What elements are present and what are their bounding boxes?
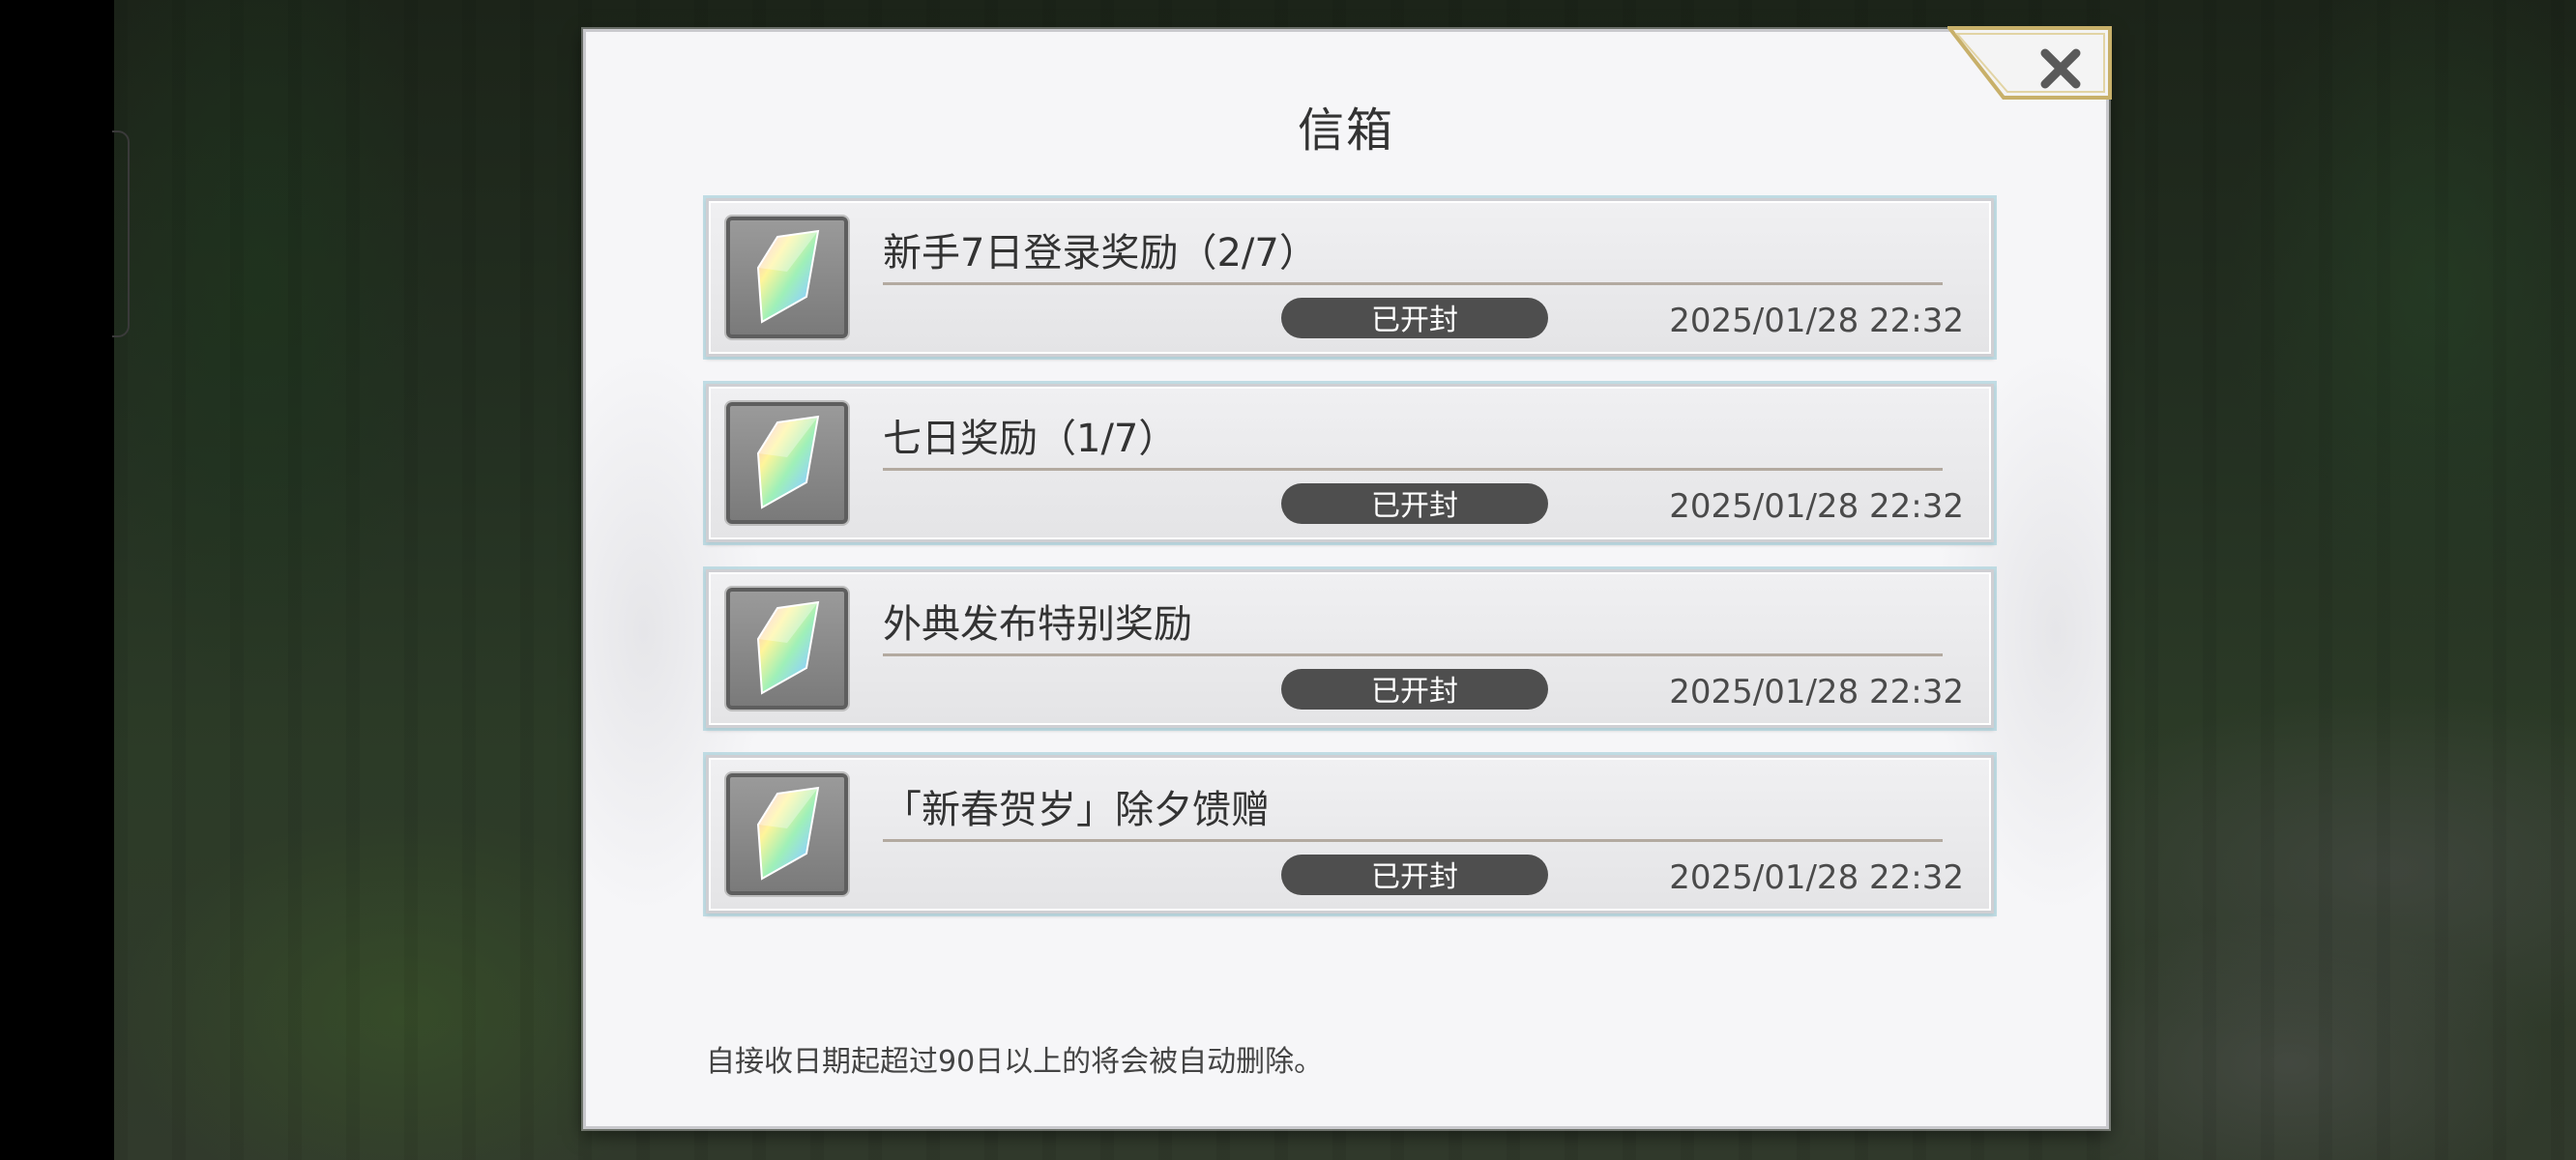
mail-date: 2025/01/28 22:32	[1669, 302, 1964, 340]
mail-title: 外典发布特别奖励	[883, 601, 1943, 656]
mail-date: 2025/01/28 22:32	[1669, 858, 1964, 897]
auto-delete-note: 自接收日期起超过90日以上的将会被自动删除。	[706, 1045, 1324, 1079]
mail-item[interactable]: 七日奖励（1/7） 已开封 2025/01/28 22:32	[706, 384, 1994, 542]
mailbox-dialog: 信箱 新手7日登录奖励（2/7） 已开封 2025/01/28 22:32 七日…	[583, 26, 2112, 1129]
status-badge: 已开封	[1281, 855, 1548, 895]
mail-date: 2025/01/28 22:32	[1669, 673, 1964, 711]
rainbow-crystal-icon	[726, 773, 848, 895]
dialog-title: 信箱	[1297, 103, 1394, 158]
mail-title: 「新春贺岁」除夕馈赠	[883, 787, 1943, 842]
status-badge: 已开封	[1281, 669, 1548, 710]
rainbow-crystal-icon	[726, 588, 848, 710]
side-edge-handle[interactable]	[112, 130, 130, 337]
rainbow-crystal-icon	[726, 402, 848, 524]
status-badge: 已开封	[1281, 298, 1548, 338]
close-button[interactable]	[2027, 40, 2094, 98]
mail-item[interactable]: 「新春贺岁」除夕馈赠 已开封 2025/01/28 22:32	[706, 755, 1994, 914]
status-badge: 已开封	[1281, 483, 1548, 524]
close-x-icon	[2040, 48, 2081, 89]
mail-date: 2025/01/28 22:32	[1669, 487, 1964, 526]
mail-item[interactable]: 外典发布特别奖励 已开封 2025/01/28 22:32	[706, 569, 1994, 728]
mail-title: 新手7日登录奖励（2/7）	[883, 230, 1943, 285]
mail-list: 新手7日登录奖励（2/7） 已开封 2025/01/28 22:32 七日奖励（…	[706, 198, 1994, 941]
mail-item[interactable]: 新手7日登录奖励（2/7） 已开封 2025/01/28 22:32	[706, 198, 1994, 357]
rainbow-crystal-icon	[726, 217, 848, 338]
mail-title: 七日奖励（1/7）	[883, 416, 1943, 471]
